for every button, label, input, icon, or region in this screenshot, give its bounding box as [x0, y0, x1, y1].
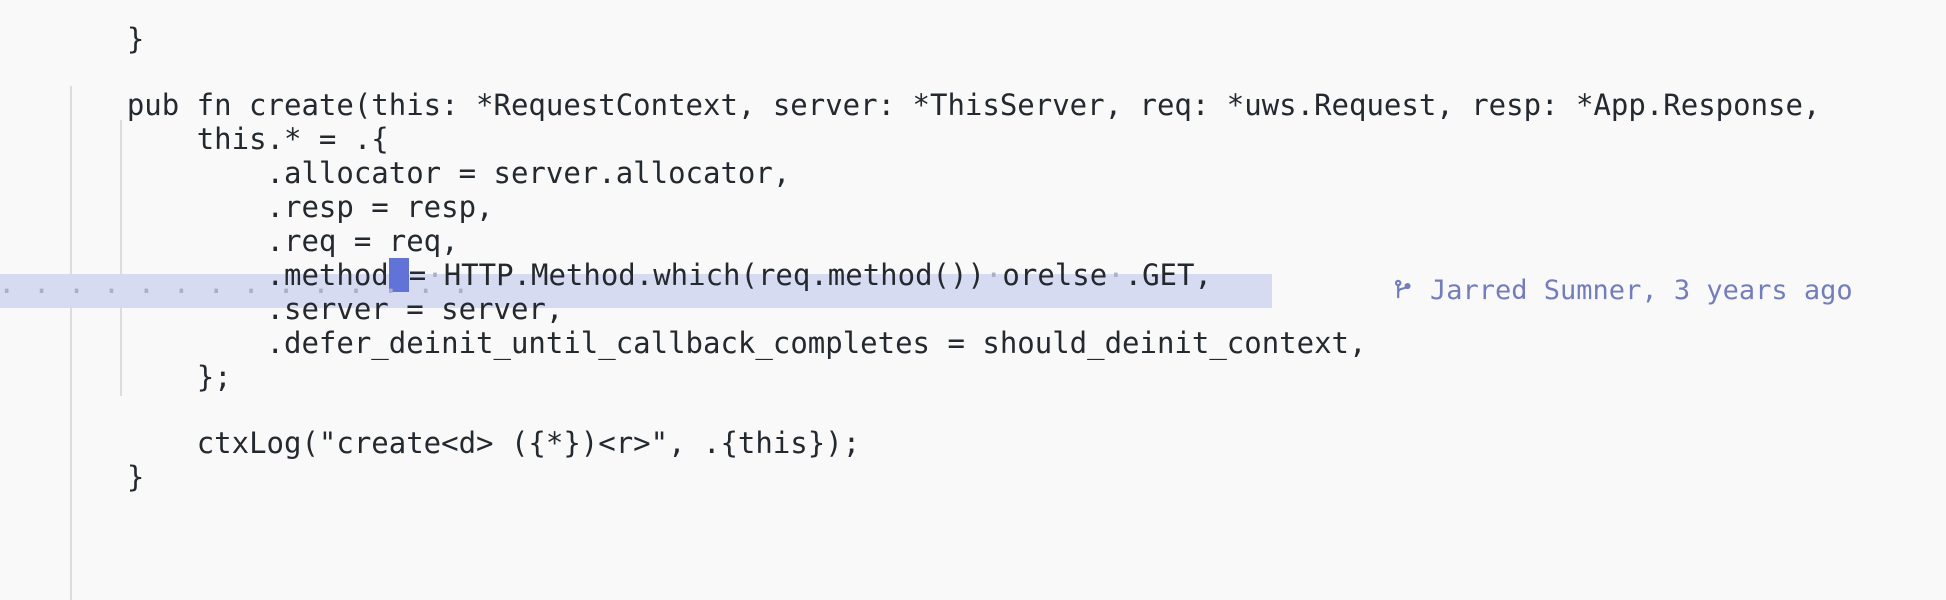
code-line[interactable]: }	[57, 426, 1946, 494]
whitespace-dots: · · · · · · · · · · · · · ·	[0, 274, 470, 308]
git-blame-annotation[interactable]: Jarred Sumner, 3 years ago	[1390, 274, 1853, 308]
code-line-fn-signature[interactable]: pub fn create(this: *RequestContext, ser…	[57, 54, 1946, 122]
code-line[interactable]	[57, 360, 1946, 394]
git-branch-icon	[1390, 276, 1416, 306]
code-line[interactable]: .req = req,	[57, 190, 1946, 258]
code-line-text: }	[126, 460, 145, 494]
git-blame-text: Jarred Sumner, 3 years ago	[1430, 275, 1853, 306]
code-line-active[interactable]: .method =·HTTP.Method.which(req.method())…	[57, 224, 1946, 292]
code-line[interactable]: .allocator = server.allocator,	[57, 122, 1946, 190]
code-line[interactable]	[57, 22, 1946, 56]
code-editor-viewport[interactable]: · · · · · · · · · · · · · · } pub fn cre…	[0, 0, 1946, 600]
code-line-ctxlog[interactable]: ctxLog("create<d> ({*})<r>", .{this});	[57, 392, 1946, 460]
code-line[interactable]: .resp = resp,	[57, 156, 1946, 224]
code-line[interactable]: }	[57, 0, 1946, 56]
code-line[interactable]: };	[57, 326, 1946, 394]
code-line[interactable]: this.* = .{	[57, 88, 1946, 156]
